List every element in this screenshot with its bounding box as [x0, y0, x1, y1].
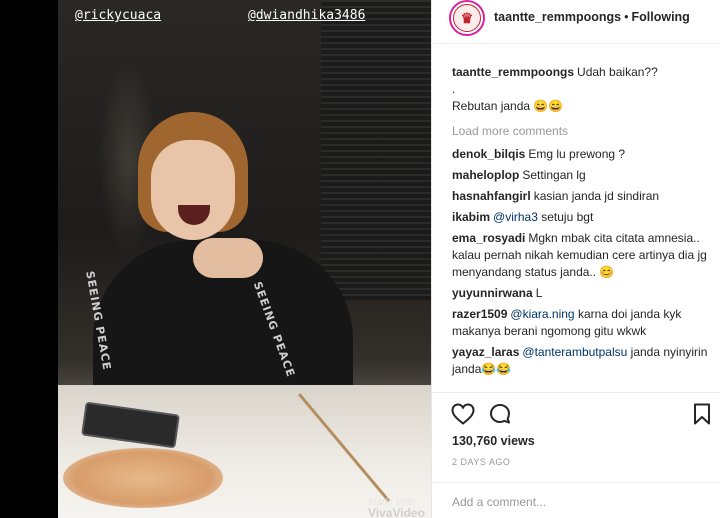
following-button[interactable]: Following — [632, 10, 690, 24]
load-more-comments[interactable]: Load more comments — [452, 123, 714, 140]
comment-item: ikabim @virha3 setuju bgt — [452, 209, 714, 226]
caption-text-line2: . — [452, 82, 456, 96]
views-count[interactable]: 130,760 views — [452, 434, 535, 448]
comment-item: razer1509 @kiara.ning karna doi janda kyk… — [452, 306, 714, 340]
comment-username[interactable]: yayaz_laras — [452, 345, 519, 359]
post-timestamp[interactable]: 2 DAYS AGO — [452, 457, 510, 467]
comment-mention[interactable]: @kiara.ning — [510, 307, 574, 321]
person-face — [151, 140, 235, 240]
comment-username[interactable]: yuyunnirwana — [452, 286, 533, 300]
heart-icon[interactable] — [451, 403, 475, 425]
header-line: taantte_remmpoongs • Following — [494, 10, 690, 24]
caption-text-line1: Udah baikan?? — [577, 65, 658, 79]
video-tag-left: @rickycuaca — [75, 8, 162, 23]
post-header: ♛ taantte_remmpoongs • Following — [432, 0, 720, 44]
comment-item: yayaz_laras @tanterambutpalsu janda nyiny… — [452, 344, 714, 378]
media-area: SEEING PEACE SEEING PEACE @rickycuaca @d… — [0, 0, 431, 518]
comment-username[interactable]: maheloplop — [452, 168, 519, 182]
comment-text: Settingan lg — [522, 168, 586, 182]
avatar-logo-icon: ♛ — [453, 4, 481, 32]
video-player[interactable]: SEEING PEACE SEEING PEACE @rickycuaca @d… — [58, 0, 431, 518]
avatar[interactable]: ♛ — [449, 0, 485, 36]
comment-icon[interactable] — [489, 403, 511, 425]
comment-text: L — [535, 286, 543, 300]
comment-username[interactable]: denok_bilqis — [452, 147, 525, 161]
comment-item: maheloplop Settingan lg — [452, 167, 714, 184]
comment-item: hasnahfangirl kasian janda jd sindiran — [452, 188, 714, 205]
comment-item: yuyunnirwana L — [452, 285, 714, 302]
background-panel — [321, 0, 431, 300]
video-tag-right: @dwiandhika3486 — [248, 8, 366, 23]
post-actions: 130,760 views 2 DAYS AGO — [432, 392, 720, 518]
caption-text-line3: Rebutan janda 😄😄 — [452, 99, 564, 113]
comment-text: Emg lu prewong ? — [528, 147, 626, 161]
comment-username[interactable]: ema_rosyadi — [452, 231, 525, 245]
post-panel: ♛ taantte_remmpoongs • Following taantte_r… — [431, 0, 720, 518]
comment-text: kasian janda jd sindiran — [533, 189, 660, 203]
add-comment-input[interactable] — [452, 493, 702, 511]
comment-mention[interactable]: @virha3 — [493, 210, 538, 224]
comment-item: denok_bilqis Emg lu prewong ? — [452, 146, 714, 163]
header-separator: • — [624, 10, 629, 24]
comment-username[interactable]: ikabim — [452, 210, 490, 224]
person-hands — [193, 238, 263, 278]
watermark-line2: VivaVideo — [368, 506, 425, 518]
comments-list: taantte_remmpoongs Udah baikan?? . Rebuta… — [452, 64, 714, 382]
header-username[interactable]: taantte_remmpoongs — [494, 10, 621, 24]
comment-item: ema_rosyadi Mgkn mbak cita citata amnesia… — [452, 230, 714, 281]
caption: taantte_remmpoongs Udah baikan?? . Rebuta… — [452, 64, 714, 115]
comment-username[interactable]: razer1509 — [452, 307, 507, 321]
bookmark-icon[interactable] — [693, 403, 711, 425]
add-comment-section — [432, 482, 720, 518]
plate — [63, 448, 223, 508]
caption-username[interactable]: taantte_remmpoongs — [452, 65, 574, 79]
comment-text: setuju bgt — [541, 210, 594, 224]
comment-mention[interactable]: @tanterambutpalsu — [522, 345, 627, 359]
comment-username[interactable]: hasnahfangirl — [452, 189, 531, 203]
